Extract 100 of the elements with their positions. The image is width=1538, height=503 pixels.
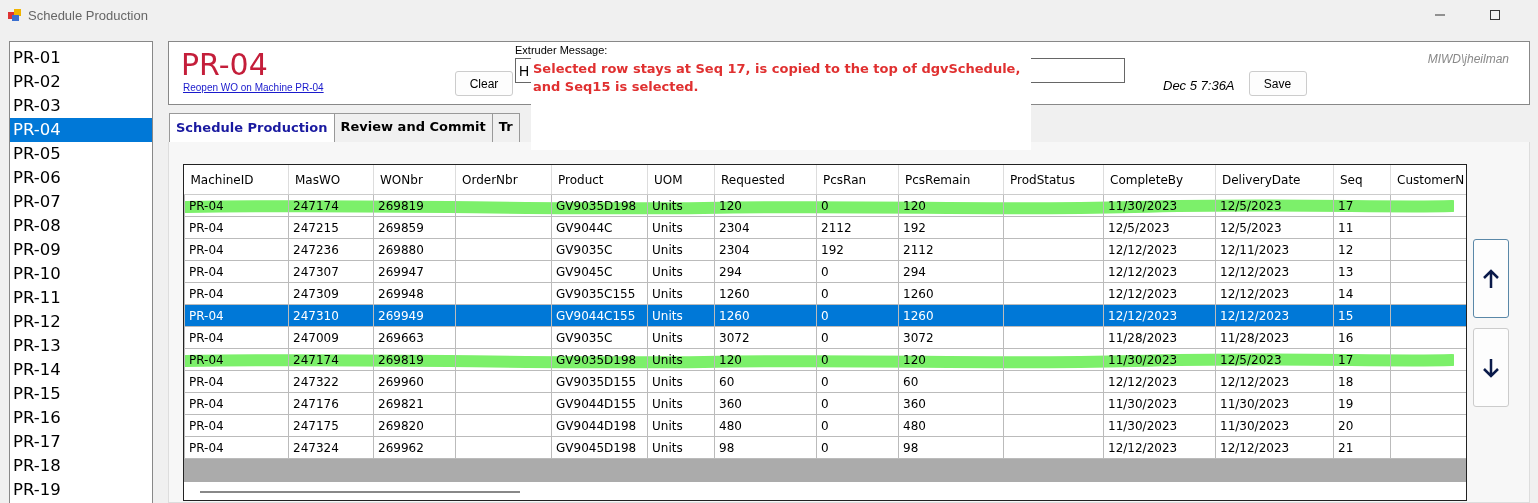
machine-list-item[interactable]: PR-12 bbox=[10, 310, 152, 334]
table-cell: 11/30/2023 bbox=[1103, 348, 1216, 371]
machine-list-item[interactable]: PR-10 bbox=[10, 262, 152, 286]
machine-list-item[interactable]: PR-09 bbox=[10, 238, 152, 262]
table-cell: 14 bbox=[1333, 282, 1391, 305]
column-header[interactable]: Seq bbox=[1333, 165, 1391, 195]
scrollbar-thumb[interactable] bbox=[200, 491, 520, 493]
up-arrow-icon bbox=[1482, 267, 1500, 290]
column-header[interactable]: UOM bbox=[647, 165, 715, 195]
table-cell: 13 bbox=[1333, 260, 1391, 283]
machine-list-item[interactable]: PR-18 bbox=[10, 454, 152, 478]
table-cell: 12 bbox=[1333, 238, 1391, 261]
table-cell: 17 bbox=[1333, 348, 1391, 371]
table-cell: 0 bbox=[816, 348, 899, 371]
table-cell: PR-04 bbox=[184, 414, 289, 437]
table-cell: GV9035C bbox=[551, 326, 648, 349]
table-cell: 269880 bbox=[373, 238, 456, 261]
machine-list-item[interactable]: PR-17 bbox=[10, 430, 152, 454]
table-row[interactable]: PR-04 247322 269960 GV9035D155 Units 60 0 60 12/12/2023 12/12/2023 18 bbox=[184, 370, 1466, 393]
clear-button[interactable]: Clear bbox=[455, 71, 513, 96]
table-cell: 98 bbox=[898, 436, 1004, 459]
table-cell: 269948 bbox=[373, 282, 456, 305]
table-row[interactable]: PR-04 247176 269821 GV9044D155 Units 360 0 360 11/30/2023 11/30/2023 19 bbox=[184, 392, 1466, 415]
save-button[interactable]: Save bbox=[1248, 71, 1307, 96]
table-cell: 19 bbox=[1333, 392, 1391, 415]
table-row[interactable]: PR-04 247174 269819 GV9035D198 Units 120 0 120 11/30/2023 12/5/2023 17 bbox=[184, 348, 1466, 371]
column-header[interactable]: MachineID bbox=[184, 165, 289, 195]
machine-list-item[interactable]: PR-08 bbox=[10, 214, 152, 238]
table-cell: Units bbox=[647, 414, 715, 437]
table-cell: GV9044D155 bbox=[551, 392, 648, 415]
table-cell: 247174 bbox=[288, 194, 374, 217]
table-cell: 269663 bbox=[373, 326, 456, 349]
table-cell: 360 bbox=[714, 392, 817, 415]
machine-list-item[interactable]: PR-01 bbox=[10, 46, 152, 70]
table-cell: 120 bbox=[714, 348, 817, 371]
reopen-link[interactable]: Reopen WO on Machine PR-04 bbox=[183, 82, 451, 93]
maximize-icon[interactable] bbox=[1489, 9, 1501, 21]
table-row[interactable]: PR-04 247175 269820 GV9044D198 Units 480 0 480 11/30/2023 11/30/2023 20 bbox=[184, 414, 1466, 437]
table-row[interactable]: PR-04 247236 269880 GV9035C Units 2304 192 2112 12/12/2023 12/11/2023 12 bbox=[184, 238, 1466, 261]
table-cell: GV9044C bbox=[551, 216, 648, 239]
column-header[interactable]: CompleteBy bbox=[1103, 165, 1216, 195]
tab[interactable]: Tr bbox=[491, 113, 520, 142]
machine-list-item[interactable]: PR-19 bbox=[10, 478, 152, 502]
machine-list-item[interactable]: PR-04 bbox=[10, 118, 152, 142]
column-header[interactable]: Product bbox=[551, 165, 648, 195]
column-header[interactable]: Requested bbox=[714, 165, 817, 195]
machine-list-item[interactable]: PR-11 bbox=[10, 286, 152, 310]
table-cell: 0 bbox=[816, 326, 899, 349]
table-row[interactable]: PR-04 247309 269948 GV9035C155 Units 1260 0 1260 12/12/2023 12/12/2023 14 bbox=[184, 282, 1466, 305]
table-cell: 120 bbox=[898, 194, 1004, 217]
table-cell: 0 bbox=[816, 194, 899, 217]
table-cell: 269819 bbox=[373, 348, 456, 371]
table-cell: 12/12/2023 bbox=[1103, 282, 1216, 305]
table-cell: PR-04 bbox=[184, 348, 289, 371]
machine-list-item[interactable]: PR-16 bbox=[10, 406, 152, 430]
table-row[interactable]: PR-04 247215 269859 GV9044C Units 2304 2112 192 12/5/2023 12/5/2023 11 bbox=[184, 216, 1466, 239]
table-cell: 192 bbox=[816, 238, 899, 261]
table-cell: PR-04 bbox=[184, 194, 289, 217]
column-header[interactable]: OrderNbr bbox=[455, 165, 552, 195]
column-header[interactable]: PcsRemain bbox=[898, 165, 1004, 195]
column-header[interactable]: DeliveryDate bbox=[1215, 165, 1334, 195]
machine-list-item[interactable]: PR-13 bbox=[10, 334, 152, 358]
table-cell: PR-04 bbox=[184, 282, 289, 305]
machine-list-item[interactable]: PR-02 bbox=[10, 70, 152, 94]
machine-list-item[interactable]: PR-05 bbox=[10, 142, 152, 166]
table-cell: Units bbox=[647, 260, 715, 283]
table-row[interactable]: PR-04 247009 269663 GV9035C Units 3072 0 3072 11/28/2023 11/28/2023 16 bbox=[184, 326, 1466, 349]
table-row[interactable]: PR-04 247174 269819 GV9035D198 Units 120 0 120 11/30/2023 12/5/2023 17 bbox=[184, 194, 1466, 217]
column-header[interactable]: WONbr bbox=[373, 165, 456, 195]
machine-list-item[interactable]: PR-03 bbox=[10, 94, 152, 118]
table-row[interactable]: PR-04 247307 269947 GV9045C Units 294 0 294 12/12/2023 12/12/2023 13 bbox=[184, 260, 1466, 283]
table-cell: 11/28/2023 bbox=[1103, 326, 1216, 349]
table-cell: Units bbox=[647, 436, 715, 459]
table-cell: GV9045D198 bbox=[551, 436, 648, 459]
column-header[interactable]: ProdStatus bbox=[1003, 165, 1104, 195]
table-cell: Units bbox=[647, 392, 715, 415]
machine-title: PR-04 bbox=[181, 48, 269, 82]
table-cell: 480 bbox=[714, 414, 817, 437]
move-down-button[interactable] bbox=[1473, 328, 1509, 407]
table-cell: 247215 bbox=[288, 216, 374, 239]
machine-list-item[interactable]: PR-07 bbox=[10, 190, 152, 214]
annotation-tooltip: Selected row stays at Seq 17, is copied to the top of dgvSchedule, and Seq15 is selected. bbox=[531, 58, 1031, 150]
message-label: Extruder Message: bbox=[515, 44, 609, 58]
column-header[interactable]: CustomerN bbox=[1390, 165, 1466, 195]
column-header[interactable]: MasWO bbox=[288, 165, 374, 195]
table-cell: 247324 bbox=[288, 436, 374, 459]
table-cell: GV9035D198 bbox=[551, 348, 648, 371]
machine-list-item[interactable]: PR-14 bbox=[10, 358, 152, 382]
selected-row[interactable]: PR-04 247310 269949 GV9044C155 Units 1260 0 1260 12/12/2023 12/12/2023 15 bbox=[184, 304, 1466, 327]
table-cell: 2304 bbox=[714, 216, 817, 239]
table-cell: 247175 bbox=[288, 414, 374, 437]
tab[interactable]: Schedule Production bbox=[169, 113, 335, 142]
machine-list-item[interactable]: PR-06 bbox=[10, 166, 152, 190]
move-up-button[interactable] bbox=[1473, 239, 1509, 318]
table-cell: 12/12/2023 bbox=[1215, 282, 1334, 305]
table-cell: 269947 bbox=[373, 260, 456, 283]
column-header[interactable]: PcsRan bbox=[816, 165, 899, 195]
machine-list-item[interactable]: PR-15 bbox=[10, 382, 152, 406]
table-row[interactable]: PR-04 247324 269962 GV9045D198 Units 98 0 98 12/12/2023 12/12/2023 21 bbox=[184, 436, 1466, 459]
table-cell: PR-04 bbox=[184, 370, 289, 393]
